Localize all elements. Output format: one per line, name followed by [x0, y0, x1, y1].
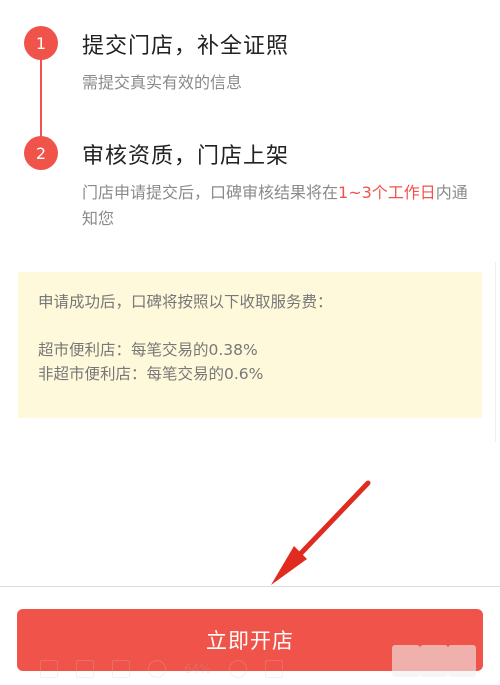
fee-notice-intro: 申请成功后，口碑将按照以下收取服务费：	[38, 293, 333, 311]
comment-icon	[76, 660, 94, 678]
service-fee-notice: 申请成功后，口碑将按照以下收取服务费： 超市便利店：每笔交易的0.38% 非超市…	[18, 272, 482, 418]
annotation-arrow-shaft	[282, 480, 371, 573]
blur-patch	[448, 645, 476, 677]
step-1-badge: 1	[24, 26, 58, 60]
step-1-number: 1	[35, 33, 47, 53]
overlay-toolbar: 64%	[40, 656, 370, 682]
share-icon	[112, 660, 130, 678]
blur-patch	[420, 645, 448, 677]
zoom-in-icon	[228, 660, 247, 678]
blur-patch	[392, 645, 420, 677]
step-2-description-highlight: 1~3个工作日	[338, 183, 436, 202]
step-2-title: 审核资质，门店上架	[82, 144, 290, 169]
zoom-out-icon	[148, 660, 166, 678]
step-2-number: 2	[35, 143, 47, 163]
fee-line-non-convenience-store: 非超市便利店：每笔交易的0.6%	[38, 365, 264, 383]
fee-line-convenience-store: 超市便利店：每笔交易的0.38%	[38, 341, 258, 359]
step-1-description: 需提交真实有效的信息	[82, 73, 243, 92]
step-2-description-prefix: 门店申请提交后，口碑审核结果将在	[82, 183, 339, 202]
save-icon	[40, 660, 58, 678]
step-1-title: 提交门店，补全证照	[82, 34, 290, 59]
right-edge-divider	[495, 262, 500, 442]
step-2-description: 门店申请提交后，口碑审核结果将在1~3个工作日内通知您	[82, 180, 482, 232]
annotation-arrow-head	[271, 546, 307, 585]
step-2-badge: 2	[24, 136, 58, 170]
image-icon	[264, 660, 283, 678]
footer-divider	[0, 586, 500, 587]
zoom-level: 64%	[184, 662, 211, 676]
steps-timeline: 1 提交门店，补全证照 需提交真实有效的信息 2 审核资质，门店上架 门店申请提…	[0, 0, 500, 240]
